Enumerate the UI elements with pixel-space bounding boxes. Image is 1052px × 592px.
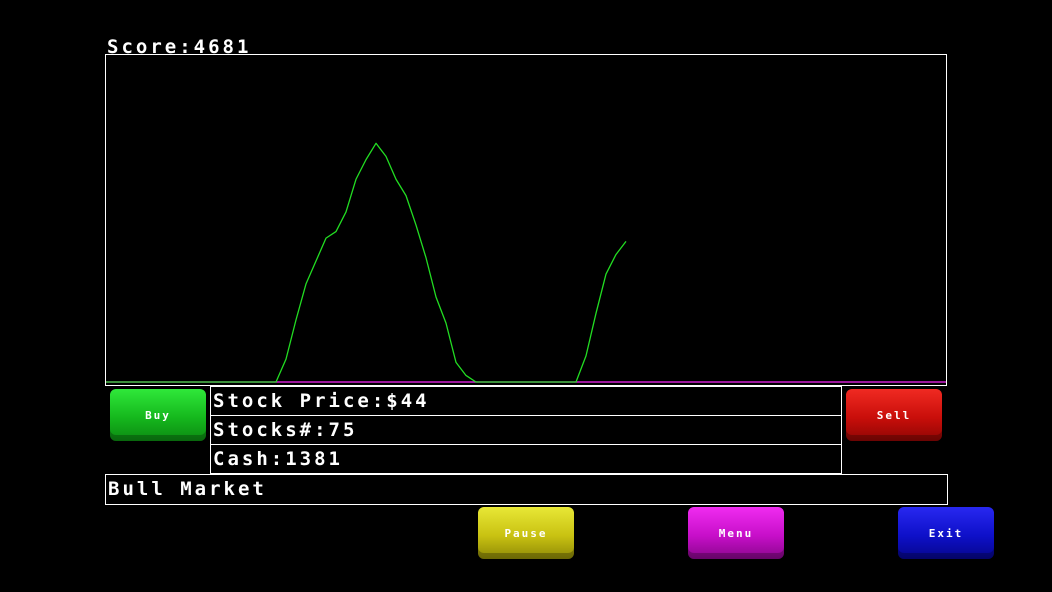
cash-display: Cash:1381	[210, 444, 842, 474]
market-status: Bull Market	[105, 474, 948, 505]
menu-button[interactable]: Menu	[688, 507, 784, 559]
stock-chart-svg	[106, 142, 946, 383]
stock-chart	[105, 54, 947, 386]
price-line-series-0	[106, 142, 627, 383]
sell-button[interactable]: Sell	[846, 389, 942, 441]
buy-button[interactable]: Buy	[110, 389, 206, 441]
exit-button[interactable]: Exit	[898, 507, 994, 559]
pause-button[interactable]: Pause	[478, 507, 574, 559]
stock-price-display: Stock Price:$44	[210, 386, 842, 416]
stocks-owned-display: Stocks#:75	[210, 415, 842, 445]
